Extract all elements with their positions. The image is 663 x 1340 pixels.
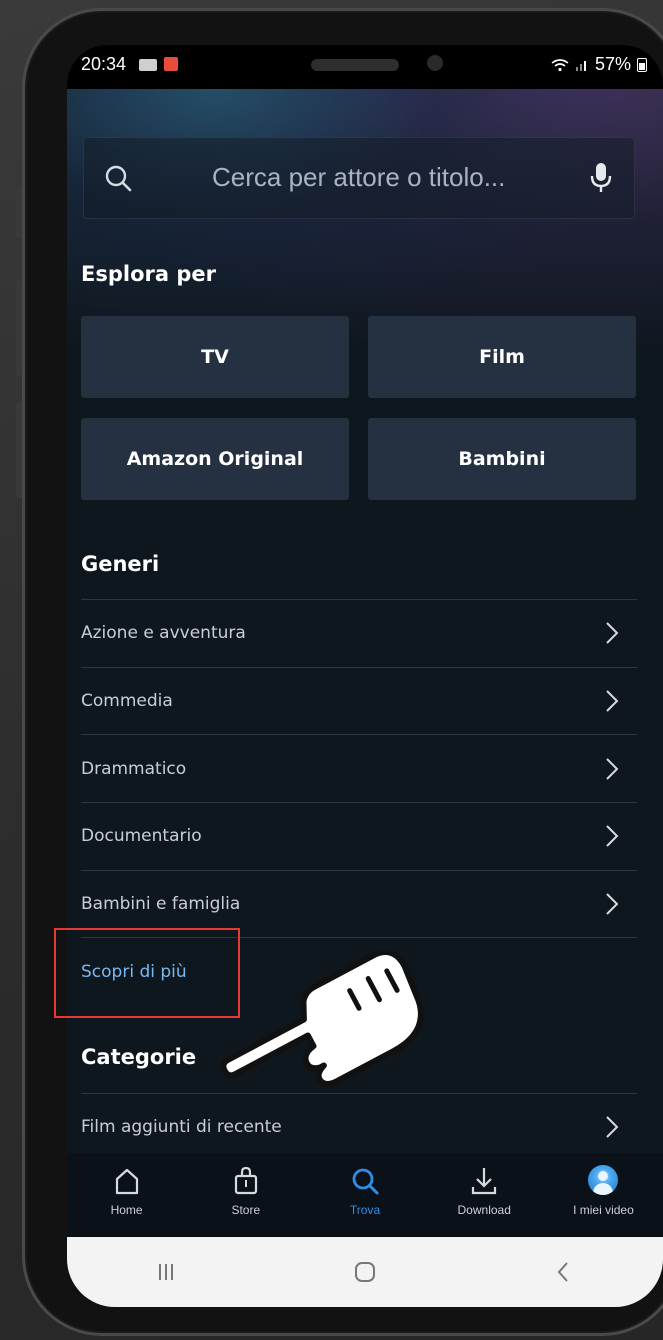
microphone-icon[interactable] (590, 162, 612, 194)
nav-my-videos[interactable]: I miei video (544, 1153, 663, 1237)
chevron-right-icon (606, 1116, 619, 1139)
nav-trova-label: Trova (349, 1203, 381, 1217)
categories-list: Film aggiunti di recente (81, 1093, 637, 1161)
search-icon (352, 1168, 379, 1195)
recent-apps-icon[interactable] (154, 1260, 178, 1284)
download-icon (472, 1168, 497, 1195)
nav-download[interactable]: Download (425, 1153, 544, 1237)
app-notification-icon (164, 57, 178, 71)
category-label: Film aggiunti di recente (81, 1117, 282, 1138)
search-input[interactable] (212, 162, 542, 193)
genre-row-drama[interactable]: Drammatico (81, 734, 637, 802)
store-bag-icon (234, 1166, 257, 1195)
earpiece (311, 59, 399, 71)
genre-label: Commedia (81, 691, 173, 712)
status-right: 57% (551, 54, 647, 75)
status-time: 20:34 (81, 54, 127, 74)
profile-avatar-icon (588, 1165, 619, 1195)
notification-icon (139, 59, 157, 71)
chevron-right-icon (606, 622, 619, 645)
nav-download-label: Download (457, 1203, 511, 1217)
chevron-right-icon (606, 690, 619, 712)
signal-icon (575, 60, 586, 71)
explore-heading: Esplora per (81, 262, 216, 286)
explore-tile-tv[interactable]: TV (81, 316, 349, 398)
genre-label: Drammatico (81, 758, 187, 779)
back-icon[interactable] (552, 1260, 576, 1284)
genre-row-comedy[interactable]: Commedia (81, 666, 637, 735)
search-icon[interactable] (104, 164, 132, 192)
nav-store-label: Store (231, 1203, 261, 1217)
battery-percent: 57% (594, 54, 631, 74)
nav-my-videos-label: I miei video (573, 1203, 634, 1217)
wifi-icon (551, 58, 569, 71)
system-navigation-bar (67, 1237, 663, 1307)
battery-icon (637, 57, 647, 72)
category-row-recent-films[interactable]: Film aggiunti di recente (81, 1093, 637, 1161)
app-screen: 20:34 57% Cerca per attore o titolo... E… (67, 45, 663, 1307)
genre-label: Bambini e famiglia (81, 894, 241, 915)
system-home-icon[interactable] (353, 1260, 377, 1284)
bottom-navigation: Home Store Trova Download I miei video (67, 1153, 663, 1237)
nav-home-label: Home (110, 1203, 143, 1217)
genre-label: Documentario (81, 826, 202, 847)
genre-row-action[interactable]: Azione e avventura (81, 599, 637, 667)
explore-tile-amazon-original[interactable]: Amazon Original (81, 418, 349, 500)
genre-label: Azione e avventura (81, 623, 246, 644)
nav-store[interactable]: Store (186, 1153, 305, 1237)
nav-home[interactable]: Home (67, 1153, 186, 1237)
nav-trova[interactable]: Trova (305, 1153, 424, 1237)
chevron-right-icon (606, 893, 619, 915)
front-camera (427, 55, 443, 71)
genres-heading: Generi (81, 552, 160, 576)
status-bar: 20:34 57% (67, 45, 663, 89)
explore-tile-film[interactable]: Film (368, 316, 636, 398)
home-icon (115, 1168, 138, 1195)
chevron-right-icon (606, 758, 619, 780)
chevron-right-icon (606, 825, 619, 848)
explore-tile-bambini[interactable]: Bambini (368, 418, 636, 500)
search-bar[interactable] (83, 137, 635, 219)
pointing-hand-icon (220, 950, 424, 1088)
genre-row-documentary[interactable]: Documentario (81, 802, 637, 870)
categories-heading: Categorie (81, 1045, 197, 1069)
